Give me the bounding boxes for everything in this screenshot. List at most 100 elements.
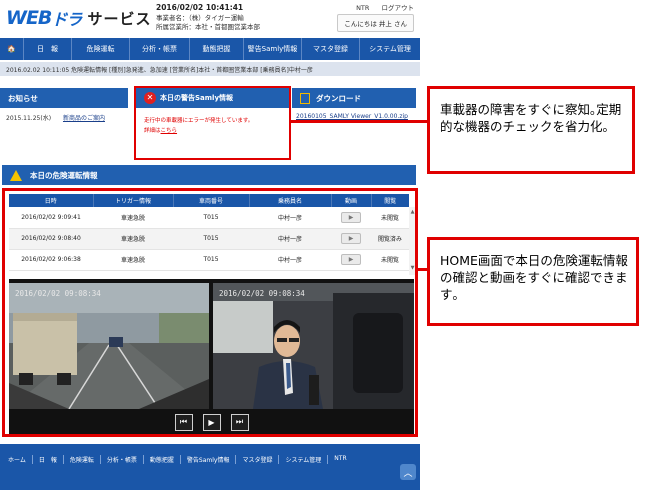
current-datetime: 2016/02/02 10:41:41 [156, 3, 244, 12]
video-player-area: 2016/02/02 09:08:34 2016/02/02 09:08:34 [9, 279, 414, 409]
user-greeting: こんにちは 井上 さん [337, 14, 414, 32]
footer-system-management[interactable]: システム管理 [278, 455, 327, 464]
table-row[interactable]: 2016/02/02 9:09:41 車速急脱 T015 中村一彦 ▶ 未閲覧 [9, 207, 409, 229]
front-camera-view[interactable]: 2016/02/02 09:08:34 [9, 283, 209, 409]
nav-vehicle-tracking[interactable]: 動態把握 [190, 38, 244, 60]
table-row[interactable]: 2016/02/02 9:06:38 車速急脱 T015 中村一彦 ▶ 未閲覧 [9, 249, 409, 271]
nav-daily-report[interactable]: 日 報 [24, 38, 72, 60]
callout-home-danger-info-text: HOME画面で本日の危険運転情報の確認と動画をすぐに確認できます｡ [440, 253, 628, 302]
nav-system-management[interactable]: システム管理 [360, 38, 420, 60]
play-video-button[interactable]: ▶ [341, 211, 361, 223]
company-name: 事業者名：（株）タイガー運輸 [156, 13, 244, 22]
cell-trigger: 車速急脱 [93, 249, 173, 271]
announcements-header: お知らせ [0, 88, 128, 108]
col-trigger[interactable]: トリガー情報 [93, 194, 174, 207]
nav-samly-warnings[interactable]: 警告Samly情報 [244, 38, 302, 60]
samly-warning-title: 本日の警告Samly情報 [160, 94, 234, 102]
col-video[interactable]: 動画 [331, 194, 372, 207]
announcement-item: 2015.11.25(水) 新商品のご案内 [6, 113, 105, 122]
header-info: 2016/02/02 10:41:41 事業者名：（株）タイガー運輸 所属営業所… [156, 3, 260, 33]
cell-driver: 中村一彦 [249, 228, 331, 250]
nav-master-registration[interactable]: マスタ登録 [302, 38, 360, 60]
footer-home[interactable]: ホーム [2, 455, 32, 464]
skip-forward-button[interactable]: ⏭ [230, 413, 249, 431]
footer-vehicle-tracking[interactable]: 動態把握 [142, 455, 180, 464]
logout-link[interactable]: ログアウト [382, 4, 415, 12]
footer-ntr[interactable]: NTR [327, 455, 352, 464]
cell-vehicle: T015 [173, 207, 249, 229]
webdora-logo[interactable]: WEB ドラ サービス [6, 6, 151, 30]
front-camera-timestamp: 2016/02/02 09:08:34 [15, 289, 101, 298]
download-header: ダウンロード [292, 88, 416, 108]
branch-name: 所属営業所：本社・首都圏営業本部 [156, 23, 260, 31]
col-viewed[interactable]: 閲覧 [371, 194, 409, 207]
header-links: NTR ログアウト [346, 2, 414, 12]
callout-connector-1 [291, 120, 429, 123]
announcement-link[interactable]: 新商品のご案内 [63, 115, 105, 122]
cabin-camera-view[interactable]: 2016/02/02 09:08:34 [213, 283, 414, 409]
announcement-date: 2015.11.25(水) [6, 115, 52, 122]
logo-service-text: サービス [87, 9, 152, 28]
video-controls: ⏮ ▶ ⏭ [9, 409, 414, 434]
footer-analysis-reports[interactable]: 分析・帳票 [99, 455, 143, 464]
callout-device-monitoring: 車載器の障害をすぐに察知｡定期的な機器のチェックを省力化｡ [427, 86, 635, 174]
screenshot-stage: { "header": { "logo_web": "WEB", "logo_d… [0, 0, 650, 490]
play-button[interactable]: ▶ [202, 413, 221, 431]
nav-home-icon[interactable]: 🏠 [0, 38, 24, 60]
table-row[interactable]: 2016/02/02 9:08:40 車速急脱 T015 中村一彦 ▶ 閲覧済み [9, 228, 409, 250]
detail-link[interactable]: こちら [161, 128, 178, 134]
cell-viewed: 未閲覧 [371, 249, 409, 271]
samly-warning-message: 走行中の車載器にエラーが発生しています。 [144, 118, 254, 124]
cell-datetime: 2016/02/02 9:09:41 [9, 207, 93, 229]
table-header-row: 日時 トリガー情報 車両番号 乗務員名 動画 閲覧 [9, 194, 409, 207]
danger-driving-panel: 日時 トリガー情報 車両番号 乗務員名 動画 閲覧 2016/02/02 9:0… [2, 188, 418, 437]
danger-driving-table: 日時 トリガー情報 車両番号 乗務員名 動画 閲覧 2016/02/02 9:0… [9, 194, 409, 271]
cabin-camera-timestamp: 2016/02/02 09:08:34 [219, 289, 305, 298]
col-datetime[interactable]: 日時 [9, 194, 94, 207]
footer-daily-report[interactable]: 日 報 [31, 455, 63, 464]
logo-web-text: WEB [6, 7, 52, 29]
nav-analysis-reports[interactable]: 分析・帳票 [130, 38, 190, 60]
logo-dora-text: ドラ [51, 10, 82, 29]
back-to-top-button[interactable]: ︿ [400, 464, 416, 480]
footer-dangerous-driving[interactable]: 危険運転 [62, 455, 100, 464]
detail-prefix: 詳細は [144, 128, 161, 134]
footer-links: ホーム 日 報 危険運転 分析・帳票 動態把握 警告Samly情報 マスタ登録 … [2, 455, 353, 464]
download-file-link[interactable]: 20160105_SAMLY Viewer_V1.0.00.zip [296, 113, 408, 120]
cell-video: ▶ [331, 249, 371, 271]
cell-vehicle: T015 [173, 228, 249, 250]
cell-trigger: 車速急脱 [93, 207, 173, 229]
samly-warning-detail: 詳細はこちら [136, 124, 289, 134]
scroll-down-arrow-icon[interactable]: ▼ [409, 215, 415, 271]
nav-dangerous-driving[interactable]: 危険運転 [72, 38, 130, 60]
danger-driving-title: 本日の危険運転情報 [30, 170, 98, 180]
cell-trigger: 車速急脱 [93, 228, 173, 250]
cell-video: ▶ [331, 228, 371, 250]
app-header: WEB ドラ サービス 2016/02/02 10:41:41 事業者名：（株）… [0, 0, 420, 38]
callout-device-monitoring-text: 車載器の障害をすぐに察知｡定期的な機器のチェックを省力化｡ [440, 102, 622, 134]
main-nav: 🏠 日 報 危険運転 分析・帳票 動態把握 警告Samly情報 マスタ登録 シス… [0, 38, 420, 60]
danger-driving-header: 本日の危険運転情報 [2, 165, 416, 185]
footer-samly-warnings[interactable]: 警告Samly情報 [179, 455, 236, 464]
play-video-button[interactable]: ▶ [341, 254, 361, 265]
skip-back-button[interactable]: ⏮ [174, 413, 193, 431]
footer-nav: ホーム 日 報 危険運転 分析・帳票 動態把握 警告Samly情報 マスタ登録 … [0, 444, 420, 490]
news-ticker[interactable]: 2016.02.02 10:11:05 危険運転情報 [種別]急発進、急加速 [… [0, 62, 420, 76]
download-icon [300, 92, 310, 104]
web-app-screen: WEB ドラ サービス 2016/02/02 10:41:41 事業者名：（株）… [0, 0, 420, 490]
table-scrollbar[interactable]: ▲ ▼ [409, 207, 415, 275]
col-vehicle[interactable]: 車両番号 [173, 194, 250, 207]
footer-master-registration[interactable]: マスタ登録 [235, 455, 278, 464]
error-x-icon: ✕ [144, 92, 156, 104]
cell-datetime: 2016/02/02 9:08:40 [9, 228, 93, 250]
cell-video: ▶ [331, 207, 371, 229]
scroll-up-arrow-icon[interactable]: ▲ [409, 207, 415, 215]
col-driver[interactable]: 乗務員名 [249, 194, 332, 207]
ntr-link[interactable]: NTR [356, 4, 369, 12]
cell-viewed: 閲覧済み [371, 228, 409, 250]
play-video-button[interactable]: ▶ [341, 233, 361, 244]
callout-home-danger-info: HOME画面で本日の危険運転情報の確認と動画をすぐに確認できます｡ [427, 237, 639, 326]
cell-datetime: 2016/02/02 9:06:38 [9, 249, 93, 271]
cell-viewed: 未閲覧 [371, 207, 409, 229]
front-camera-image [9, 283, 209, 409]
